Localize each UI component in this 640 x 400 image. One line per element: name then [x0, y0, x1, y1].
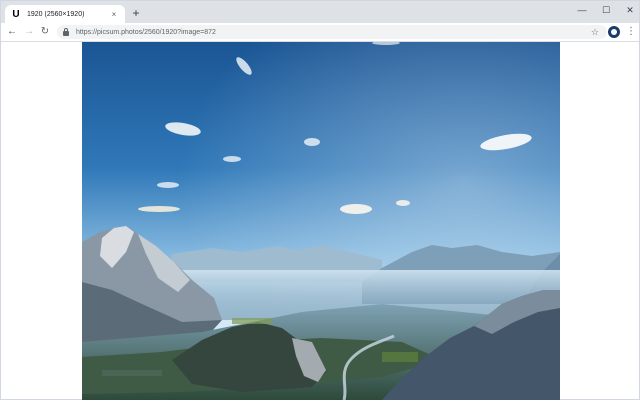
- landscape-photo: [82, 42, 560, 400]
- tab-close-icon[interactable]: ×: [109, 10, 119, 19]
- browser-toolbar: ← → ↻ https://picsum.photos/2560/1920?im…: [1, 23, 639, 42]
- extension-icon[interactable]: [608, 26, 620, 38]
- back-button[interactable]: ←: [6, 26, 18, 38]
- photo-image: [82, 42, 560, 400]
- maximize-button[interactable]: ☐: [595, 3, 617, 17]
- reload-button[interactable]: ↻: [39, 26, 51, 38]
- close-window-button[interactable]: ✕: [619, 3, 640, 17]
- page-viewport: [1, 42, 639, 400]
- bookmark-star-icon[interactable]: ☆: [591, 25, 599, 39]
- tab-strip: U 1920 (2560×1920) × + — ☐ ✕: [1, 1, 639, 23]
- browser-window: U 1920 (2560×1920) × + — ☐ ✕ ← → ↻ https…: [0, 0, 640, 400]
- tab-active[interactable]: U 1920 (2560×1920) ×: [5, 5, 125, 23]
- menu-button[interactable]: ⋮: [626, 25, 636, 39]
- forward-button[interactable]: →: [23, 26, 35, 38]
- url-text[interactable]: https://picsum.photos/2560/1920?image=87…: [76, 29, 216, 36]
- address-bar[interactable]: https://picsum.photos/2560/1920?image=87…: [57, 25, 607, 39]
- lock-icon[interactable]: [62, 28, 70, 36]
- new-tab-button[interactable]: +: [130, 7, 142, 19]
- tab-title: 1920 (2560×1920): [27, 10, 85, 18]
- minimize-button[interactable]: —: [571, 3, 593, 17]
- unsplash-favicon-icon: U: [12, 8, 20, 20]
